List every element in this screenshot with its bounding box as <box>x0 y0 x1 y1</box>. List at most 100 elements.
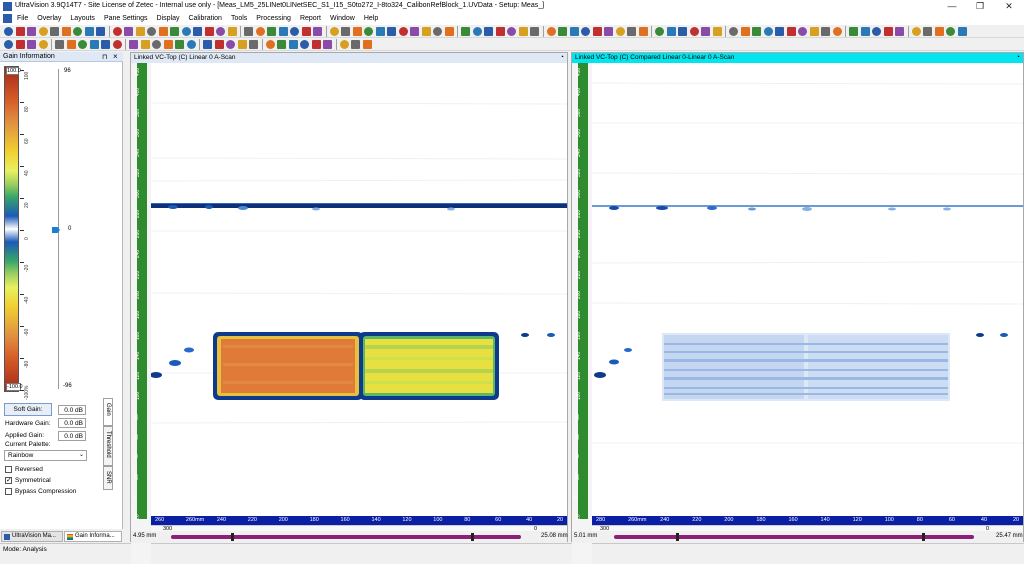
toolbar-tool-icon[interactable] <box>61 27 71 36</box>
toolbar-tool-icon[interactable] <box>277 40 286 49</box>
toolbar-tool-icon[interactable] <box>387 27 396 36</box>
toolbar-tool-icon[interactable] <box>112 40 122 49</box>
toolbar-tool-icon[interactable] <box>38 27 48 36</box>
toolbar-tool-icon[interactable] <box>267 27 276 36</box>
right-range-track[interactable] <box>614 535 974 539</box>
toolbar-tool-icon[interactable] <box>300 40 309 49</box>
toolbar-tool-icon[interactable] <box>689 27 699 36</box>
toolbar-tool-icon[interactable] <box>175 40 184 49</box>
menu-layouts[interactable]: Layouts <box>70 14 95 24</box>
toolbar-tool-icon[interactable] <box>421 27 431 36</box>
toolbar-tool-icon[interactable] <box>27 40 36 49</box>
toolbar-tool-icon[interactable] <box>433 27 442 36</box>
toolbar-tool-icon[interactable] <box>923 27 932 36</box>
right-range-scrollbar[interactable]: 5.01 mm 25.47 mm <box>572 531 1023 543</box>
toolbar-tool-icon[interactable] <box>934 27 944 36</box>
toolbar-tool-icon[interactable] <box>364 27 373 36</box>
palette-select[interactable]: Rainbow ⌄ <box>4 450 87 461</box>
left-range-handle-end[interactable] <box>471 533 474 541</box>
toolbar-tool-icon[interactable] <box>678 27 687 36</box>
toolbar-tool-icon[interactable] <box>638 27 648 36</box>
soft-gain-value[interactable]: 0.0 dB <box>58 405 86 415</box>
toolbar-tool-icon[interactable] <box>604 27 613 36</box>
toolbar-tool-icon[interactable] <box>96 27 105 36</box>
toolbar-tool-icon[interactable] <box>786 27 796 36</box>
toolbar-tool-icon[interactable] <box>507 27 516 36</box>
toolbar-tool-icon[interactable] <box>712 27 722 36</box>
toolbar-tool-icon[interactable] <box>226 40 235 49</box>
toolbar-tool-icon[interactable] <box>375 27 385 36</box>
menu-window[interactable]: Window <box>330 14 355 24</box>
tab-ultravision-main[interactable]: UltraVision Ma... <box>1 531 63 542</box>
toolbar-tool-icon[interactable] <box>301 27 311 36</box>
soft-gain-button[interactable]: Soft Gain: <box>4 403 52 416</box>
pin-icon[interactable]: ⊓ <box>102 53 107 61</box>
menu-calibration[interactable]: Calibration <box>188 14 221 24</box>
toolbar-tool-icon[interactable] <box>129 40 138 49</box>
toolbar-tool-icon[interactable] <box>558 27 567 36</box>
toolbar-tool-icon[interactable] <box>112 27 122 36</box>
toolbar-tool-icon[interactable] <box>410 27 419 36</box>
toolbar-tool-icon[interactable] <box>849 27 858 36</box>
toolbar-tool-icon[interactable] <box>89 40 99 49</box>
symmetrical-checkbox[interactable]: ✓ <box>5 477 12 484</box>
menu-pane-settings[interactable]: Pane Settings <box>104 14 148 24</box>
toolbar-tool-icon[interactable] <box>186 40 196 49</box>
toolbar-tool-icon[interactable] <box>655 27 664 36</box>
toolbar-tool-icon[interactable] <box>581 27 590 36</box>
close-button[interactable]: ✕ <box>995 0 1023 13</box>
toolbar-tool-icon[interactable] <box>627 27 636 36</box>
toolbar-tool-icon[interactable] <box>311 40 321 49</box>
toolbar-tool-icon[interactable] <box>66 40 76 49</box>
toolbar-tool-icon[interactable] <box>798 27 807 36</box>
toolbar-tool-icon[interactable] <box>546 27 556 36</box>
close-icon[interactable]: × <box>113 52 118 61</box>
toolbar-tool-icon[interactable] <box>351 40 360 49</box>
reversed-checkbox[interactable] <box>5 466 12 473</box>
tab-snr[interactable]: SNR <box>103 466 113 490</box>
toolbar-tool-icon[interactable] <box>84 27 94 36</box>
toolbar-tool-icon[interactable] <box>78 40 87 49</box>
toolbar-tool-icon[interactable] <box>495 27 505 36</box>
toolbar-tool-icon[interactable] <box>4 40 13 49</box>
pane-options-icon[interactable]: ◔ <box>1016 53 1020 63</box>
menu-report[interactable]: Report <box>300 14 321 24</box>
menu-file[interactable]: File <box>17 14 28 24</box>
toolbar-tool-icon[interactable] <box>152 40 161 49</box>
left-range-track[interactable] <box>171 535 521 539</box>
toolbar-tool-icon[interactable] <box>290 27 299 36</box>
toolbar-tool-icon[interactable] <box>592 27 602 36</box>
toolbar-tool-icon[interactable] <box>946 27 955 36</box>
toolbar-tool-icon[interactable] <box>518 27 528 36</box>
toolbar-tool-icon[interactable] <box>140 40 150 49</box>
document-icon[interactable] <box>3 14 12 23</box>
tab-gain[interactable]: Gain <box>103 398 113 426</box>
menu-tools[interactable]: Tools <box>231 14 247 24</box>
toolbar-tool-icon[interactable] <box>193 27 202 36</box>
toolbar-tool-icon[interactable] <box>101 40 110 49</box>
toolbar-tool-icon[interactable] <box>472 27 482 36</box>
toolbar-tool-icon[interactable] <box>214 40 224 49</box>
toolbar-tool-icon[interactable] <box>809 27 819 36</box>
toolbar-tool-icon[interactable] <box>832 27 842 36</box>
toolbar-tool-icon[interactable] <box>147 27 156 36</box>
toolbar-tool-icon[interactable] <box>615 27 625 36</box>
toolbar-tool-icon[interactable] <box>569 27 579 36</box>
toolbar-tool-icon[interactable] <box>339 40 349 49</box>
toolbar-tool-icon[interactable] <box>329 27 339 36</box>
toolbar-tool-icon[interactable] <box>55 40 64 49</box>
right-range-handle-end[interactable] <box>922 533 925 541</box>
toolbar-tool-icon[interactable] <box>244 27 253 36</box>
right-cscan-image[interactable] <box>592 63 1023 513</box>
toolbar-tool-icon[interactable] <box>288 40 298 49</box>
toolbar-tool-icon[interactable] <box>255 27 265 36</box>
toolbar-tool-icon[interactable] <box>461 27 470 36</box>
toolbar-tool-icon[interactable] <box>278 27 288 36</box>
toolbar-tool-icon[interactable] <box>15 40 25 49</box>
toolbar-tool-icon[interactable] <box>323 40 332 49</box>
toolbar-tool-icon[interactable] <box>752 27 761 36</box>
cscan-pane-left[interactable]: Linked VC-Top (C) Linear 0 A-Scan ◔ 450 4… <box>130 52 568 564</box>
toolbar-tool-icon[interactable] <box>216 27 225 36</box>
toolbar-tool-icon[interactable] <box>444 27 454 36</box>
toolbar-tool-icon[interactable] <box>872 27 881 36</box>
